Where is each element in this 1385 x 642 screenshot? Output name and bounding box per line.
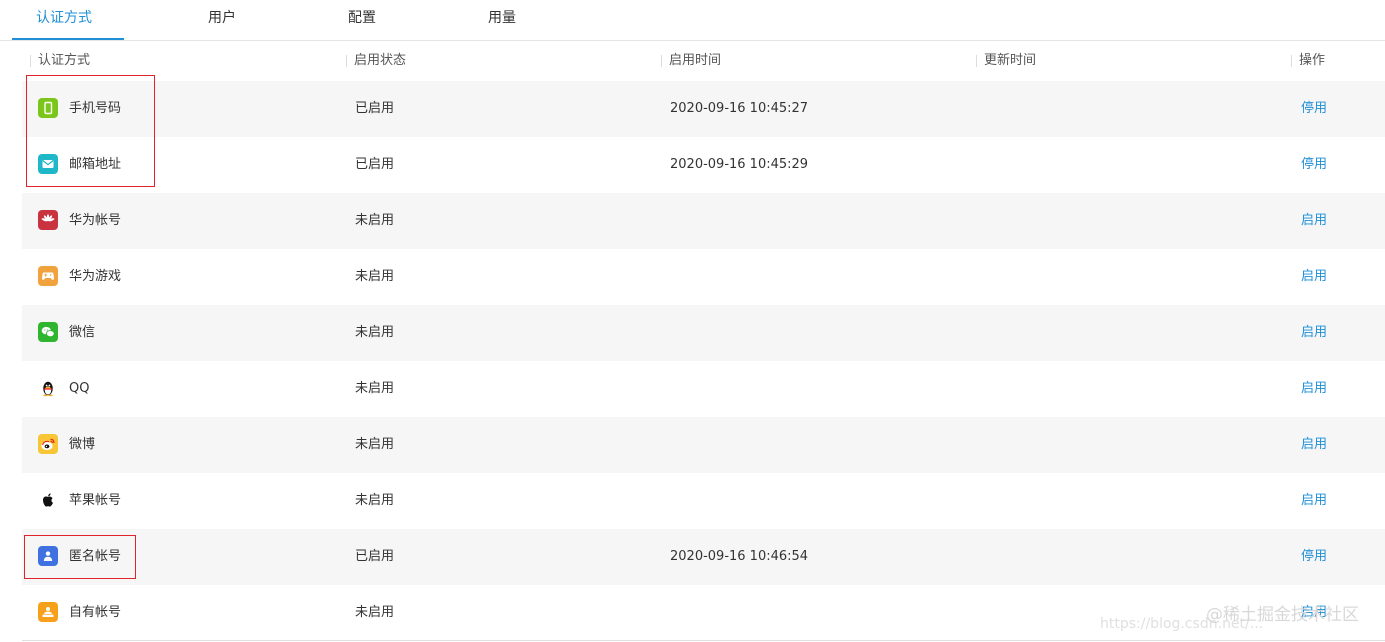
- annotation-box-anonymous: [24, 535, 136, 579]
- enable-link[interactable]: 启用: [1301, 473, 1327, 529]
- table-row: QQ 未启用 启用: [22, 361, 1385, 417]
- auth-method-cell: 微博: [38, 417, 95, 473]
- enable-link[interactable]: 启用: [1301, 305, 1327, 361]
- status-text: 未启用: [355, 493, 395, 508]
- active-tab-indicator: [12, 38, 124, 40]
- table-row: 邮箱地址 已启用 2020-09-16 10:45:29 停用: [22, 137, 1385, 193]
- auth-method-cell: 苹果帐号: [38, 473, 121, 529]
- disable-link[interactable]: 停用: [1301, 137, 1327, 193]
- gamepad-icon: [38, 265, 58, 286]
- tab-bar: 认证方式 用户 配置 用量: [0, 0, 1385, 41]
- column-divider: [30, 55, 31, 67]
- table-header: 认证方式 启用状态 启用时间 更新时间 操作: [22, 41, 1385, 81]
- auth-method-cell: 华为游戏: [38, 249, 121, 305]
- status-text: 未启用: [355, 605, 395, 620]
- huawei-icon: [38, 209, 58, 230]
- tab-config[interactable]: 配置: [348, 0, 376, 40]
- header-actions: 操作: [1291, 41, 1325, 81]
- column-divider: [346, 55, 347, 67]
- status-text: 未启用: [355, 437, 395, 452]
- table-row: 自有帐号 未启用 启用: [22, 585, 1385, 641]
- annotation-box-phone-mail: [26, 75, 155, 187]
- enabled-time: 2020-09-16 10:46:54: [670, 549, 809, 564]
- column-divider: [661, 55, 662, 67]
- tab-users[interactable]: 用户: [208, 0, 236, 40]
- qq-penguin-icon: [38, 378, 58, 398]
- status-text: 未启用: [355, 269, 395, 284]
- status-text: 已启用: [355, 101, 395, 116]
- table-row: 手机号码 已启用 2020-09-16 10:45:27 停用: [22, 81, 1385, 137]
- status-text: 未启用: [355, 381, 395, 396]
- enabled-time: 2020-09-16 10:45:29: [670, 157, 809, 172]
- disable-link[interactable]: 停用: [1301, 529, 1327, 585]
- table-row: 苹果帐号 未启用 启用: [22, 473, 1385, 529]
- enable-link[interactable]: 启用: [1301, 361, 1327, 417]
- table-row: 微博 未启用 启用: [22, 417, 1385, 473]
- enable-link[interactable]: 启用: [1301, 249, 1327, 305]
- wechat-icon: [38, 321, 58, 342]
- column-divider: [1291, 55, 1292, 67]
- enabled-time: 2020-09-16 10:45:27: [670, 101, 809, 116]
- table-bottom-border: [22, 640, 1385, 641]
- auth-method-cell: 微信: [38, 305, 95, 361]
- own-account-icon: [38, 601, 58, 622]
- header-enabled-time: 启用时间: [661, 41, 721, 81]
- table-row: 华为游戏 未启用 启用: [22, 249, 1385, 305]
- header-updated-time: 更新时间: [976, 41, 1036, 81]
- auth-method-cell: QQ: [38, 361, 89, 417]
- status-text: 未启用: [355, 325, 395, 340]
- disable-link[interactable]: 停用: [1301, 81, 1327, 137]
- weibo-icon: [38, 433, 58, 454]
- apple-icon: [38, 490, 58, 510]
- table-row: 华为帐号 未启用 启用: [22, 193, 1385, 249]
- table-row: 匿名帐号 已启用 2020-09-16 10:46:54 停用: [22, 529, 1385, 585]
- watermark-text: @稀土掘金技术社区: [1206, 605, 1359, 625]
- status-text: 已启用: [355, 157, 395, 172]
- table-row: 微信 未启用 启用: [22, 305, 1385, 361]
- auth-method-cell: 自有帐号: [38, 585, 121, 641]
- tab-usage[interactable]: 用量: [488, 0, 516, 40]
- enable-link[interactable]: 启用: [1301, 193, 1327, 249]
- status-text: 已启用: [355, 549, 395, 564]
- tab-auth-methods[interactable]: 认证方式: [36, 0, 92, 40]
- auth-method-cell: 华为帐号: [38, 193, 121, 249]
- header-status: 启用状态: [346, 41, 406, 81]
- auth-methods-table: 手机号码 已启用 2020-09-16 10:45:27 停用 邮箱地址 已启用…: [22, 81, 1385, 641]
- status-text: 未启用: [355, 213, 395, 228]
- column-divider: [976, 55, 977, 67]
- enable-link[interactable]: 启用: [1301, 417, 1327, 473]
